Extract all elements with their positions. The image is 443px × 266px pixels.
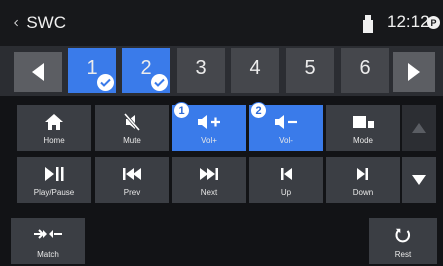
page-button-5[interactable]: 5 — [286, 48, 334, 93]
mute-button[interactable]: Mute — [95, 105, 169, 151]
prev-label: Prev — [123, 188, 141, 197]
page-button-label: 5 — [304, 57, 316, 79]
home-button[interactable]: Home — [17, 105, 91, 151]
assignment-badge: 1 — [173, 102, 190, 119]
volume-up-icon — [198, 115, 220, 129]
match-label: Match — [37, 250, 59, 259]
page-button-label: 4 — [249, 57, 261, 79]
arrows-converge-icon — [34, 229, 62, 239]
vol-down-button[interactable]: Vol- 2 — [249, 102, 323, 151]
match-button[interactable]: Match — [11, 218, 85, 264]
mode-label: Mode — [352, 136, 373, 145]
clock: 12:12 — [387, 12, 430, 31]
scroll-up-button[interactable] — [402, 105, 436, 151]
page-button-3[interactable]: 3 — [177, 48, 225, 93]
status-bar — [0, 0, 443, 46]
assignment-badge: 2 — [250, 102, 267, 119]
skip-forward-icon — [357, 168, 368, 180]
reset-label: Rest — [394, 250, 412, 259]
check-badge — [97, 74, 114, 91]
play-pause-label: Play/Pause — [33, 188, 75, 197]
prev-button[interactable]: Prev — [95, 157, 169, 203]
next-label: Next — [200, 188, 218, 197]
page-title: SWC — [26, 13, 66, 32]
next-button[interactable]: Next — [172, 157, 246, 203]
volume-down-icon — [275, 115, 297, 129]
play-pause-icon — [45, 167, 64, 181]
usb-icon — [363, 15, 373, 33]
down-button[interactable]: Down — [326, 157, 400, 203]
page-button-label: 3 — [195, 57, 207, 79]
vol-up-label: Vol+ — [201, 136, 217, 145]
vol-down-label: Vol- — [279, 136, 293, 145]
skip-back-icon — [281, 168, 292, 180]
check-icon — [154, 78, 165, 87]
play-pause-button[interactable]: Play/Pause — [17, 157, 91, 203]
mute-icon — [123, 113, 141, 131]
up-button[interactable]: Up — [249, 157, 323, 203]
page-button-6[interactable]: 6 — [341, 48, 389, 93]
scroll-down-button[interactable] — [402, 157, 436, 203]
mode-button[interactable]: Mode — [326, 105, 400, 151]
previous-track-icon — [123, 168, 141, 180]
chevron-left-icon — [14, 19, 18, 27]
page-button-label: 1 — [86, 57, 98, 79]
page-button-label: 2 — [140, 57, 152, 79]
mute-label: Mute — [123, 136, 141, 145]
reset-button[interactable]: Rest — [369, 218, 437, 264]
status-badge: P — [427, 16, 440, 29]
page-button-label: 6 — [359, 57, 371, 79]
back-button[interactable]: SWC — [14, 11, 66, 35]
vol-up-button[interactable]: Vol+ 1 — [172, 102, 246, 151]
triangle-up-icon — [412, 123, 426, 133]
refresh-icon — [395, 228, 411, 243]
home-label: Home — [43, 136, 65, 145]
check-icon — [100, 78, 111, 87]
next-page-button[interactable] — [393, 52, 435, 92]
next-track-icon — [200, 168, 218, 180]
up-label: Up — [280, 188, 292, 197]
prev-page-button[interactable] — [14, 52, 62, 92]
mode-icon — [353, 116, 374, 128]
triangle-right-icon — [408, 63, 420, 81]
triangle-down-icon — [412, 175, 426, 185]
home-icon — [45, 114, 63, 130]
page-button-4[interactable]: 4 — [231, 48, 279, 93]
page-button-2[interactable]: 2 — [122, 48, 170, 93]
triangle-left-icon — [32, 63, 44, 81]
down-label: Down — [352, 188, 374, 197]
check-badge — [151, 74, 168, 91]
page-button-1[interactable]: 1 — [68, 48, 116, 93]
